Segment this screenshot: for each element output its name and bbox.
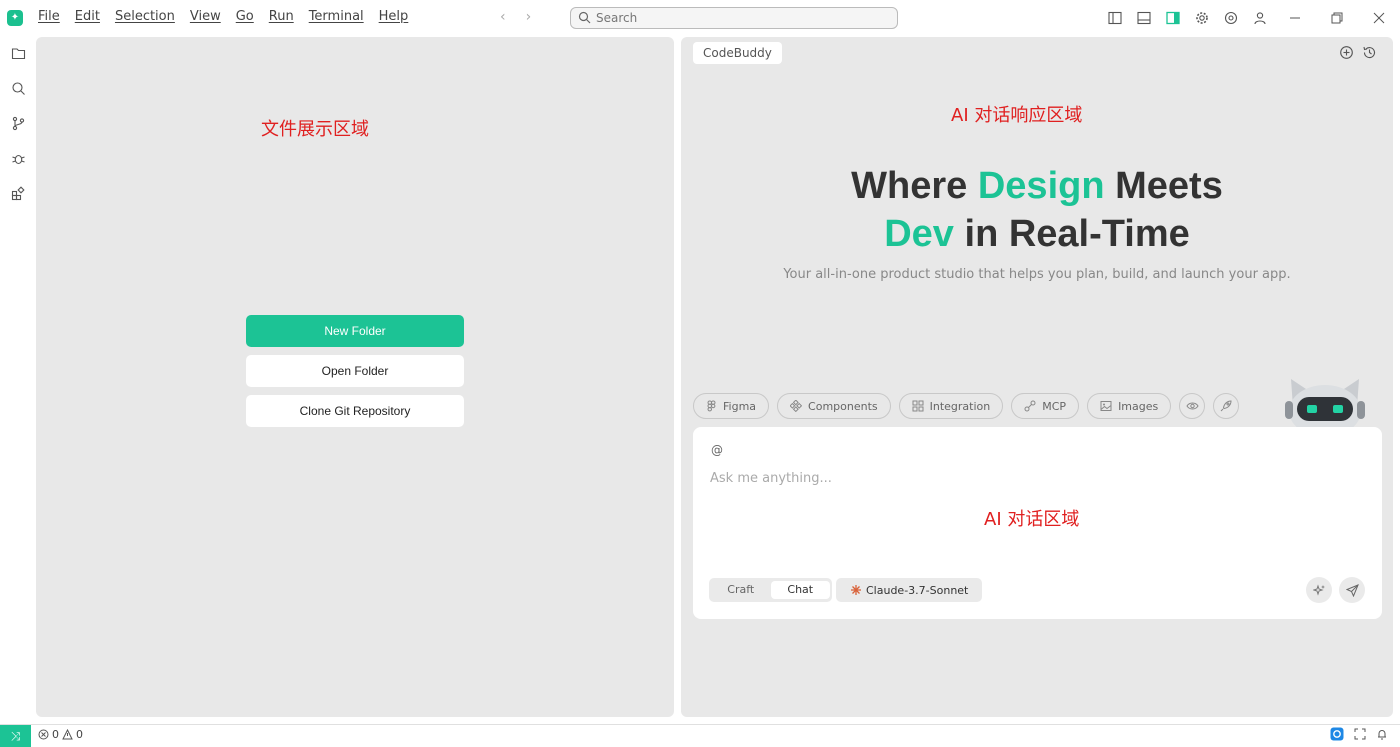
send-button[interactable]	[1339, 577, 1365, 603]
navigation-arrows: ‹ ›	[500, 9, 531, 25]
image-icon	[1100, 401, 1112, 411]
chat-input-placeholder[interactable]: Ask me anything...	[710, 471, 832, 486]
headline-design: Design	[977, 165, 1105, 207]
warning-count: 0	[76, 728, 83, 741]
menu-view[interactable]: View	[190, 9, 221, 24]
ai-chat-panel: CodeBuddy AI 对话响应区域 Where Design Meets D…	[681, 37, 1393, 717]
mode-craft-tab[interactable]: Craft	[711, 581, 771, 599]
source-control-icon[interactable]	[0, 106, 36, 141]
components-icon	[790, 400, 803, 412]
open-folder-button[interactable]: Open Folder	[246, 355, 464, 387]
chip-components[interactable]: Components	[777, 393, 891, 419]
menu-run[interactable]: Run	[269, 9, 294, 24]
mcp-plug-icon	[1024, 400, 1036, 412]
minimize-icon[interactable]	[1274, 0, 1316, 36]
mode-toggle: Craft Chat	[709, 578, 832, 602]
focus-mode-icon[interactable]	[1354, 728, 1366, 740]
restore-icon[interactable]	[1316, 0, 1358, 36]
menu-go[interactable]: Go	[236, 9, 254, 24]
activity-bar	[0, 36, 36, 724]
eye-icon	[1186, 402, 1199, 410]
chip-images[interactable]: Images	[1087, 393, 1172, 419]
run-debug-icon[interactable]	[0, 141, 36, 176]
explorer-folder-icon[interactable]	[0, 36, 36, 71]
status-right-items	[1330, 727, 1388, 741]
chip-deploy[interactable]	[1213, 393, 1240, 419]
chip-label: Components	[808, 399, 878, 413]
panel-toolbar	[1339, 45, 1377, 60]
chip-integration[interactable]: Integration	[898, 393, 1004, 419]
headline-meets: Meets	[1104, 165, 1223, 207]
search-placeholder: Search	[596, 11, 638, 25]
chip-preview[interactable]	[1179, 393, 1206, 419]
model-name: Claude-3.7-Sonnet	[866, 583, 969, 597]
chip-label: Images	[1118, 399, 1159, 413]
context-chips: Figma Components Integration MCP Images	[693, 393, 1240, 419]
send-icon	[1345, 583, 1359, 597]
chip-label: Integration	[929, 399, 991, 413]
menu-edit[interactable]: Edit	[75, 9, 100, 24]
forward-arrow-icon[interactable]: ›	[526, 9, 532, 25]
back-arrow-icon[interactable]: ‹	[500, 9, 506, 25]
toggle-secondary-sidebar-icon[interactable]	[1158, 0, 1187, 36]
chip-label: Figma	[723, 399, 757, 413]
codebuddy-status-icon[interactable]	[1330, 727, 1344, 741]
warning-icon	[62, 729, 73, 740]
search-icon	[578, 11, 591, 24]
menu-help[interactable]: Help	[379, 9, 409, 24]
headline-realtime: in Real-Time	[953, 213, 1190, 255]
menu-terminal[interactable]: Terminal	[309, 9, 364, 24]
integration-icon	[912, 400, 924, 412]
remote-indicator-icon[interactable]: ⤨	[0, 725, 31, 747]
rocket-icon	[1220, 400, 1232, 412]
hero-subtitle: Your all-in-one product studio that help…	[783, 267, 1291, 282]
claude-logo-icon	[851, 585, 861, 595]
problems-indicator[interactable]: 0 0	[38, 728, 83, 741]
model-selector[interactable]: Claude-3.7-Sonnet	[836, 578, 983, 602]
chip-label: MCP	[1042, 399, 1067, 413]
enhance-prompt-button[interactable]	[1306, 577, 1332, 603]
mention-at-icon[interactable]: @	[711, 443, 723, 457]
new-chat-icon[interactable]	[1339, 45, 1354, 60]
toggle-primary-sidebar-icon[interactable]	[1100, 0, 1129, 36]
file-area-annotation: 文件展示区域	[261, 119, 369, 140]
account-icon[interactable]	[1245, 0, 1274, 36]
new-folder-button[interactable]: New Folder	[246, 315, 464, 347]
headline-where: Where	[851, 165, 978, 207]
mode-chat-tab[interactable]: Chat	[770, 581, 830, 599]
title-bar: ✦ File Edit Selection View Go Run Termin…	[0, 0, 1400, 36]
menu-selection[interactable]: Selection	[115, 9, 175, 24]
chip-mcp[interactable]: MCP	[1011, 393, 1080, 419]
chat-area-annotation: AI 对话区域	[984, 509, 1080, 530]
window-controls	[1100, 0, 1400, 36]
menu-bar: File Edit Selection View Go Run Terminal…	[38, 9, 423, 24]
robot-cat-mascot-icon	[1285, 379, 1365, 427]
file-explorer-panel: 文件展示区域 New Folder Open Folder Clone Git …	[36, 37, 674, 717]
chip-figma[interactable]: Figma	[693, 393, 770, 419]
clone-git-repository-button[interactable]: Clone Git Repository	[246, 395, 464, 427]
search-input[interactable]: Search	[570, 7, 898, 29]
sparkle-icon	[1312, 583, 1325, 596]
chat-input-box[interactable]: @ Ask me anything... AI 对话区域 Craft Chat …	[693, 427, 1382, 619]
error-icon	[38, 729, 49, 740]
history-icon[interactable]	[1362, 45, 1377, 60]
search-icon[interactable]	[0, 71, 36, 106]
app-logo-icon: ✦	[7, 10, 23, 26]
hero-headline: Where Design Meets Dev in Real-Time	[681, 162, 1393, 258]
toggle-panel-icon[interactable]	[1129, 0, 1158, 36]
codebuddy-tab[interactable]: CodeBuddy	[693, 42, 782, 64]
error-count: 0	[52, 728, 59, 741]
figma-icon	[707, 400, 716, 412]
menu-file[interactable]: File	[38, 9, 60, 24]
browser-icon[interactable]	[1216, 0, 1245, 36]
close-icon[interactable]	[1358, 0, 1400, 36]
response-area-annotation: AI 对话响应区域	[951, 105, 1083, 126]
notifications-bell-icon[interactable]	[1376, 728, 1388, 740]
status-bar: ⤨ 0 0	[0, 724, 1400, 747]
settings-gear-icon[interactable]	[1187, 0, 1216, 36]
extensions-icon[interactable]	[0, 176, 36, 211]
headline-dev: Dev	[884, 213, 954, 255]
